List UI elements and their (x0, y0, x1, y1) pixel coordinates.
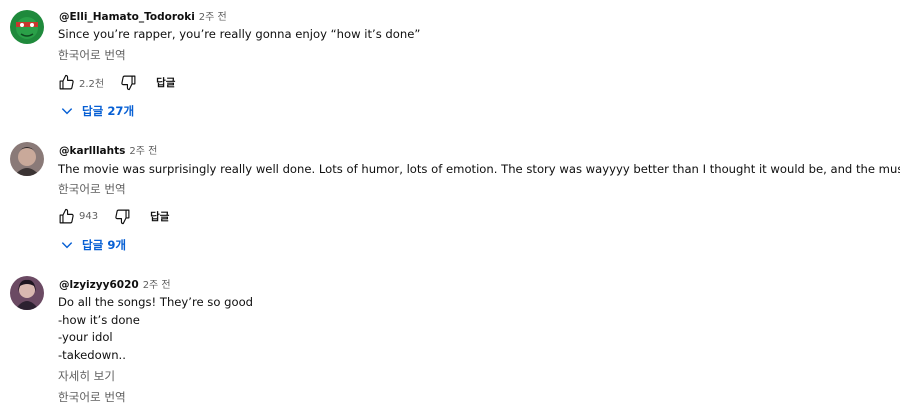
thumbs-down-icon (114, 209, 130, 224)
timestamp[interactable]: 2주 전 (129, 142, 157, 157)
comment-text-line-1: Do all the songs! They’re so good (58, 295, 254, 309)
comment-header: @Elli_Hamato_Todoroki 2주 전 (59, 8, 227, 24)
like-button[interactable] (56, 72, 76, 92)
chevron-down-icon (61, 242, 73, 249)
translate-button[interactable]: 한국어로 번역 (58, 181, 126, 197)
avatar[interactable] (10, 10, 44, 44)
avatar-image (10, 10, 44, 44)
translate-button[interactable]: 한국어로 번역 (58, 47, 126, 63)
like-count: 943 (79, 210, 99, 222)
dislike-button[interactable] (118, 72, 138, 92)
reply-button[interactable]: 답글 (156, 75, 175, 90)
avatar[interactable] (10, 276, 44, 310)
comment-header: @lzyizyy6020 2주 전 (59, 276, 171, 292)
avatar-image (10, 276, 44, 310)
thumbs-up-icon (59, 208, 74, 223)
timestamp[interactable]: 2주 전 (143, 276, 171, 291)
translate-button[interactable]: 한국어로 번역 (58, 389, 126, 405)
like-button[interactable] (56, 206, 76, 226)
thumbs-up-icon (59, 74, 74, 89)
replies-count-label: 답글 27개 (82, 104, 135, 118)
author-name[interactable]: @lzyizyy6020 (59, 279, 139, 291)
comment-text: Since you’re rapper, you’re really gonna… (58, 27, 421, 41)
like-count: 2.2천 (79, 78, 105, 90)
comment-text-line-4: -takedown.. (58, 348, 126, 362)
chevron-down-icon (61, 108, 73, 115)
comment-toolbar: 2.2천 답글 (56, 72, 175, 92)
dislike-button[interactable] (112, 206, 132, 226)
comment-header: @karlllahts 2주 전 (59, 142, 157, 158)
replies-count-label: 답글 9개 (82, 238, 127, 252)
timestamp[interactable]: 2주 전 (199, 8, 227, 23)
avatar[interactable] (10, 142, 44, 176)
comment-text-line-3: -your idol (58, 330, 113, 344)
comment-text-content: The movie was surprisingly really well d… (58, 162, 900, 176)
comment-toolbar: 943 답글 (56, 206, 169, 226)
author-name[interactable]: @Elli_Hamato_Todoroki (59, 11, 195, 23)
comment-text-line-2: -how it’s done (58, 313, 140, 327)
avatar-image (10, 142, 44, 176)
comment-text: The movie was surprisingly really well d… (58, 161, 900, 177)
thumbs-down-icon (120, 75, 136, 90)
reply-button[interactable]: 답글 (150, 209, 169, 224)
read-more-button[interactable]: 자세히 보기 (58, 368, 115, 384)
view-replies-button[interactable]: 답글 9개 (60, 236, 126, 254)
view-replies-button[interactable]: 답글 27개 (60, 102, 134, 120)
author-name[interactable]: @karlllahts (59, 145, 125, 157)
